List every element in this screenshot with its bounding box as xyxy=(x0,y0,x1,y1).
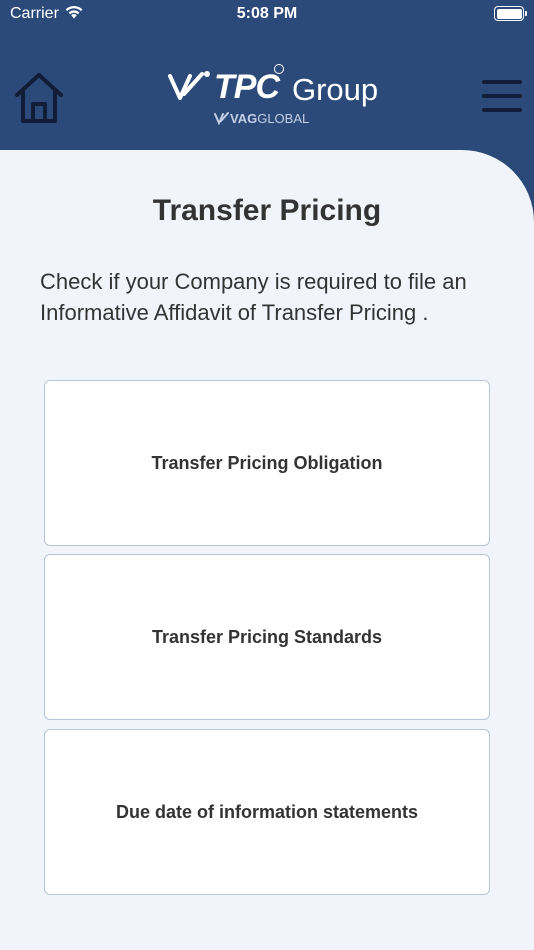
page-description: Check if your Company is required to fil… xyxy=(40,269,467,325)
logo-group-text: Group xyxy=(292,72,379,107)
status-bar: Carrier 5:08 PM xyxy=(0,0,534,30)
status-time: 5:08 PM xyxy=(236,5,298,22)
transfer-pricing-obligation-card[interactable]: Transfer Pricing Obligation xyxy=(44,380,490,546)
app-header: Carrier 5:08 PM TPC Group VAGGLOBAL xyxy=(0,0,534,170)
card-label: Due date of information statements xyxy=(115,801,419,822)
logo-brand-text: TPC xyxy=(214,68,280,106)
tpc-group-logo: TPC Group VAGGLOBAL xyxy=(168,64,378,130)
due-date-statements-card[interactable]: Due date of information statements xyxy=(44,729,490,895)
logo-subtitle: VAGGLOBAL xyxy=(230,111,310,126)
logo-mark-icon xyxy=(168,71,210,100)
transfer-pricing-standards-card[interactable]: Transfer Pricing Standards xyxy=(44,554,490,720)
main-content: Transfer Pricing Check if your Company i… xyxy=(0,150,534,950)
battery-icon xyxy=(494,6,527,21)
menu-button[interactable] xyxy=(482,80,522,114)
vag-mark-icon xyxy=(214,112,229,125)
home-icon xyxy=(15,73,63,123)
card-label: Transfer Pricing Standards xyxy=(151,626,383,647)
card-label: Transfer Pricing Obligation xyxy=(151,452,383,473)
home-button[interactable] xyxy=(12,70,66,126)
page-title: Transfer Pricing xyxy=(152,194,382,227)
registered-mark-icon xyxy=(274,64,284,74)
